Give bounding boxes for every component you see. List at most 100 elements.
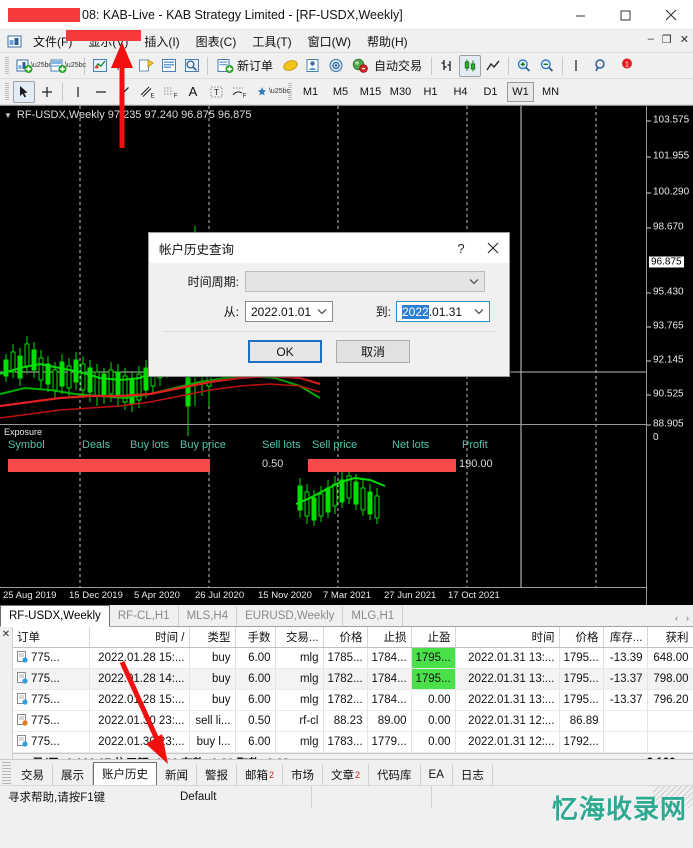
col-stop-loss[interactable]: 止损 <box>367 627 412 648</box>
timeframe-h1[interactable]: H1 <box>417 82 444 102</box>
timeframe-m5[interactable]: M5 <box>327 82 354 102</box>
tab-articles[interactable]: 文章 2 <box>323 764 370 785</box>
col-open-time[interactable]: 时间 / <box>89 627 190 648</box>
panel-close-icon[interactable]: ✕ <box>0 627 13 759</box>
navigator-icon[interactable] <box>135 55 157 77</box>
market-watch-icon[interactable] <box>89 55 111 77</box>
timeframe-w1[interactable]: W1 <box>507 81 534 102</box>
table-row[interactable]: 775... 2022.01.28 15:... buy 6.00 mlg 17… <box>13 689 693 711</box>
col-swap[interactable]: 库存... <box>603 627 648 648</box>
timeframe-d1[interactable]: D1 <box>477 82 504 102</box>
signals-icon[interactable] <box>325 55 347 77</box>
mdi-minimize-button[interactable]: – <box>648 33 654 46</box>
col-order[interactable]: 订单 <box>13 627 90 648</box>
candlestick-chart-icon[interactable] <box>459 54 482 77</box>
menu-charts[interactable]: 图表(C) <box>188 31 245 52</box>
tab-trade[interactable]: 交易 <box>13 764 53 785</box>
arrows-shapes-icon[interactable]: F <box>228 81 250 103</box>
tab-mailbox[interactable]: 邮箱 2 <box>237 764 284 785</box>
chart-tab-prev-icon[interactable]: ‹ <box>675 613 678 623</box>
zoom-out-icon[interactable] <box>536 55 558 77</box>
table-row[interactable]: 775... 2022.01.30 23:... buy l... 6.00 m… <box>13 731 693 753</box>
chart-tab-mls[interactable]: MLS,H4 <box>179 606 238 626</box>
menu-insert[interactable]: 插入(I) <box>136 31 187 52</box>
col-close-time[interactable]: 时间 <box>455 627 560 648</box>
tab-alerts[interactable]: 警报 <box>197 764 237 785</box>
strategy-tester-icon[interactable] <box>181 55 203 77</box>
maximize-button[interactable] <box>603 0 648 30</box>
mdi-close-button[interactable]: ✕ <box>680 33 689 46</box>
table-row[interactable]: 775... 2022.01.30 23:... sell li... 0.50… <box>13 710 693 732</box>
time-axis[interactable]: 25 Aug 2019 15 Dec 2019 5 Apr 2020 26 Ju… <box>0 587 646 605</box>
tab-experts[interactable]: EA <box>421 764 453 785</box>
to-date-input[interactable]: 2022.01.31 <box>396 301 490 322</box>
auto-scroll-icon[interactable] <box>567 55 589 77</box>
col-close-price[interactable]: 价格 <box>559 627 604 648</box>
mql5-account-icon[interactable] <box>302 55 324 77</box>
vertical-line-icon[interactable] <box>67 81 89 103</box>
chart-collapse-icon[interactable]: ▼ <box>4 111 12 120</box>
trendline-icon[interactable] <box>113 81 135 103</box>
zoom-in-icon[interactable] <box>513 55 535 77</box>
terminal-icon[interactable] <box>158 55 180 77</box>
tab-exposure[interactable]: 展示 <box>53 764 93 785</box>
col-profit[interactable]: 获利 <box>647 627 693 648</box>
data-window-icon[interactable] <box>112 55 134 77</box>
timeframe-m15[interactable]: M15 <box>357 82 384 102</box>
status-profile[interactable]: Default <box>172 785 312 808</box>
mql-community-icon[interactable] <box>279 55 301 77</box>
chart-tab-rf-usdx[interactable]: RF-USDX,Weekly <box>0 605 110 627</box>
timeframe-mn[interactable]: MN <box>537 82 564 102</box>
tab-news[interactable]: 新闻 <box>157 764 197 785</box>
from-date-input[interactable]: 2022.01.01 <box>245 301 333 322</box>
table-row[interactable]: 775... 2022.01.28 14:... buy 6.00 mlg 17… <box>13 668 693 690</box>
notification-badge-icon[interactable]: 1 <box>613 55 635 77</box>
autotrading-toggle[interactable] <box>348 55 370 77</box>
crosshair-icon[interactable] <box>36 81 58 103</box>
col-take-profit[interactable]: 止盈 <box>411 627 456 648</box>
equidistant-channel-icon[interactable]: E <box>136 81 158 103</box>
chart-tab-rf-cl[interactable]: RF-CL,H1 <box>110 606 179 626</box>
minimize-button[interactable] <box>558 0 603 30</box>
tab-account-history[interactable]: 账户历史 <box>93 762 157 786</box>
col-open-price[interactable]: 价格 <box>323 627 368 648</box>
new-chart-dropdown-icon[interactable]: \u25bc <box>31 55 52 77</box>
text-label-icon[interactable]: T <box>205 81 227 103</box>
col-lots[interactable]: 手数 <box>235 627 276 648</box>
cancel-button[interactable]: 取消 <box>336 340 410 363</box>
dialog-help-button[interactable]: ? <box>445 233 477 263</box>
col-symbol[interactable]: 交易... <box>275 627 324 648</box>
price-axis[interactable]: 103.575 101.955 100.290 98.670 96.875 95… <box>646 106 693 605</box>
bar-chart-icon[interactable] <box>436 55 458 77</box>
tab-code-base[interactable]: 代码库 <box>369 764 421 785</box>
col-type[interactable]: 类型 <box>189 627 236 648</box>
menu-help[interactable]: 帮助(H) <box>359 31 416 52</box>
tab-market[interactable]: 市场 <box>283 764 324 785</box>
line-chart-icon[interactable] <box>482 55 504 77</box>
new-order-button[interactable]: 新订单 <box>212 55 278 77</box>
fibonacci-icon[interactable]: F <box>159 81 181 103</box>
chart-toolbar-grip[interactable] <box>5 82 9 101</box>
timeframe-h4[interactable]: H4 <box>447 82 474 102</box>
menu-tools[interactable]: 工具(T) <box>244 31 299 52</box>
mdi-restore-button[interactable]: ❐ <box>662 33 672 46</box>
timeframe-m30[interactable]: M30 <box>387 82 414 102</box>
resize-grip[interactable] <box>653 785 693 808</box>
ok-button[interactable]: OK <box>248 340 322 363</box>
table-row[interactable]: 775... 2022.01.28 15:... buy 6.00 mlg 17… <box>13 647 693 669</box>
period-select[interactable] <box>245 271 485 292</box>
close-button[interactable] <box>648 0 693 30</box>
text-tool-icon[interactable]: A <box>182 81 204 103</box>
objects-dropdown-icon[interactable]: \u25bc <box>269 81 290 103</box>
horizontal-line-icon[interactable] <box>90 81 112 103</box>
cursor-icon[interactable] <box>13 80 35 103</box>
terminal-grip[interactable] <box>2 762 11 784</box>
chart-shift-icon[interactable] <box>590 55 612 77</box>
autotrading-label-wrap[interactable]: 自动交易 <box>371 55 427 77</box>
tab-journal[interactable]: 日志 <box>453 764 493 785</box>
menu-window[interactable]: 窗口(W) <box>300 31 359 52</box>
toolbar-grip[interactable] <box>5 56 9 75</box>
dialog-close-button[interactable] <box>477 233 509 263</box>
profiles-dropdown-icon[interactable]: \u25bc <box>65 55 86 77</box>
chart-tab-eurusd[interactable]: EURUSD,Weekly <box>237 606 344 626</box>
